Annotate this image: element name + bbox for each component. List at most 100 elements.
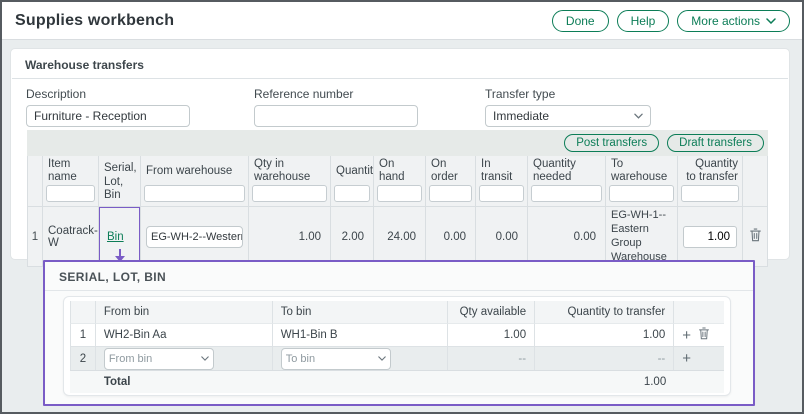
col-on-hand: On hand (374, 156, 426, 206)
filter-qty-in-warehouse[interactable] (252, 185, 327, 202)
col-in-transit-label: In transit (476, 156, 527, 184)
help-button[interactable]: Help (617, 10, 670, 32)
col-to-warehouse-label: To warehouse (606, 156, 677, 184)
filter-from-warehouse[interactable] (144, 185, 245, 202)
transfer-type-label: Transfer type (485, 87, 651, 101)
bin-rownum-header (70, 301, 96, 323)
table-row: 1 Coatrack-W Bin EG-WH-2--Western Gr (27, 206, 768, 267)
quantity-to-transfer-cell (678, 207, 743, 267)
col-from-warehouse-label: From warehouse (141, 156, 248, 184)
reference-field-group: Reference number (254, 87, 418, 127)
col-from-warehouse: From warehouse (141, 156, 249, 206)
col-in-transit: In transit (476, 156, 528, 206)
col-to-bin-label: To bin (273, 301, 448, 323)
warehouse-transfers-card: Warehouse transfers Description Referenc… (10, 48, 790, 260)
add-bin-row-button[interactable]: + (682, 328, 691, 343)
col-bin-quantity-to-transfer-label: Quantity to transfer (535, 301, 674, 323)
transfers-table-header: Item name Serial, Lot, Bin From warehous… (27, 156, 768, 206)
filter-to-warehouse[interactable] (609, 185, 674, 202)
bin-quantity-to-transfer-cell: -- (535, 346, 674, 370)
from-warehouse-value: EG-WH-2--Western Gr (151, 231, 243, 243)
done-button[interactable]: Done (552, 10, 609, 32)
qty-in-warehouse-cell: 1.00 (249, 207, 331, 267)
bin-table-header: From bin To bin Qty available Quantity t… (70, 301, 724, 323)
delete-row-button[interactable] (749, 228, 762, 245)
divider (12, 78, 788, 79)
filter-quantity[interactable] (334, 185, 370, 202)
connector-arrow (119, 249, 121, 256)
from-warehouse-cell: EG-WH-2--Western Gr (141, 207, 249, 267)
col-serial-lot-bin-label: Serial, Lot, Bin (99, 156, 140, 206)
reference-label: Reference number (254, 87, 418, 101)
to-bin-cell: To bin (273, 346, 448, 370)
col-quantity-to-transfer: Quantity to transfer (678, 156, 743, 206)
on-order-cell: 0.00 (426, 207, 476, 267)
to-warehouse-cell: EG-WH-1--Eastern Group Warehouse (606, 207, 678, 267)
filter-on-hand[interactable] (377, 185, 422, 202)
serial-lot-bin-card: From bin To bin Qty available Quantity t… (63, 296, 731, 396)
total-spacer (674, 370, 724, 393)
filter-quantity-to-transfer[interactable] (681, 185, 739, 202)
app-window: Supplies workbench Done Help More action… (0, 0, 804, 414)
help-button-label: Help (631, 14, 656, 28)
bin-table-total-row: Total 1.00 (70, 370, 724, 393)
bin-table-row: 2 From bin To bin (70, 346, 724, 370)
col-serial-lot-bin: Serial, Lot, Bin (99, 156, 141, 206)
chevron-down-icon (378, 356, 386, 361)
col-qty-in-warehouse: Qty in warehouse (249, 156, 331, 206)
from-bin-select[interactable]: From bin (104, 348, 214, 370)
to-bin-cell: WH1-Bin B (273, 323, 448, 346)
col-item-name-label: Item name (43, 156, 98, 184)
col-quantity: Quantity (331, 156, 374, 206)
reference-number-input[interactable] (254, 105, 418, 127)
total-spacer (273, 370, 448, 393)
col-quantity-needed: Quantity needed (528, 156, 606, 206)
delete-bin-row-button[interactable] (698, 327, 710, 343)
description-label: Description (26, 87, 190, 101)
total-label: Total (96, 370, 273, 393)
chevron-down-icon (201, 356, 209, 361)
rownum-header (27, 156, 43, 206)
total-value: 1.00 (535, 370, 674, 393)
bin-quantity-to-transfer-cell: 1.00 (535, 323, 674, 346)
total-spacer (70, 370, 96, 393)
filter-item-name[interactable] (46, 185, 95, 202)
transfer-type-select[interactable]: Immediate (485, 105, 651, 127)
bin-row-number: 2 (70, 346, 96, 370)
filter-in-transit[interactable] (479, 185, 524, 202)
topbar-actions: Done Help More actions (552, 10, 802, 32)
to-warehouse-value: EG-WH-1--Eastern Group Warehouse (611, 209, 672, 264)
col-quantity-to-transfer-label: Quantity to transfer (678, 156, 742, 184)
to-bin-placeholder: To bin (286, 353, 315, 365)
from-bin-cell: WH2-Bin Aa (96, 323, 273, 346)
qty-available-cell: -- (448, 346, 536, 370)
actions-header (743, 156, 768, 206)
transfer-form: Description Reference number Transfer ty… (11, 87, 789, 127)
serial-lot-bin-panel: SERIAL, LOT, BIN From bin To bin Qty ava… (43, 260, 755, 406)
draft-transfers-button[interactable]: Draft transfers (667, 134, 764, 152)
qty-available-cell: 1.00 (448, 323, 536, 346)
filter-on-order[interactable] (429, 185, 472, 202)
bin-table-row: 1 WH2-Bin Aa WH1-Bin B 1.00 1.00 + (70, 323, 724, 346)
transfer-type-value: Immediate (493, 109, 549, 123)
from-warehouse-select[interactable]: EG-WH-2--Western Gr (146, 226, 243, 248)
serial-lot-bin-panel-title: SERIAL, LOT, BIN (45, 262, 753, 290)
done-button-label: Done (566, 14, 595, 28)
description-input[interactable] (26, 105, 190, 127)
add-bin-row-button[interactable]: + (682, 351, 691, 366)
transfers-grid-region: Post transfers Draft transfers Item name… (27, 130, 768, 256)
top-bar: Supplies workbench Done Help More action… (2, 2, 802, 40)
quantity-to-transfer-input[interactable] (683, 226, 737, 248)
bin-row-actions: + (674, 346, 724, 370)
quantity-needed-cell: 0.00 (528, 207, 606, 267)
card-title: Warehouse transfers (11, 49, 789, 78)
filter-quantity-needed[interactable] (531, 185, 602, 202)
to-bin-select[interactable]: To bin (281, 348, 391, 370)
bin-link[interactable]: Bin (107, 231, 124, 243)
divider (45, 290, 753, 291)
from-bin-placeholder: From bin (109, 353, 152, 365)
row-actions-cell (743, 207, 768, 267)
post-transfers-button[interactable]: Post transfers (564, 134, 659, 152)
more-actions-button[interactable]: More actions (677, 10, 790, 32)
col-on-order-label: On order (426, 156, 475, 184)
